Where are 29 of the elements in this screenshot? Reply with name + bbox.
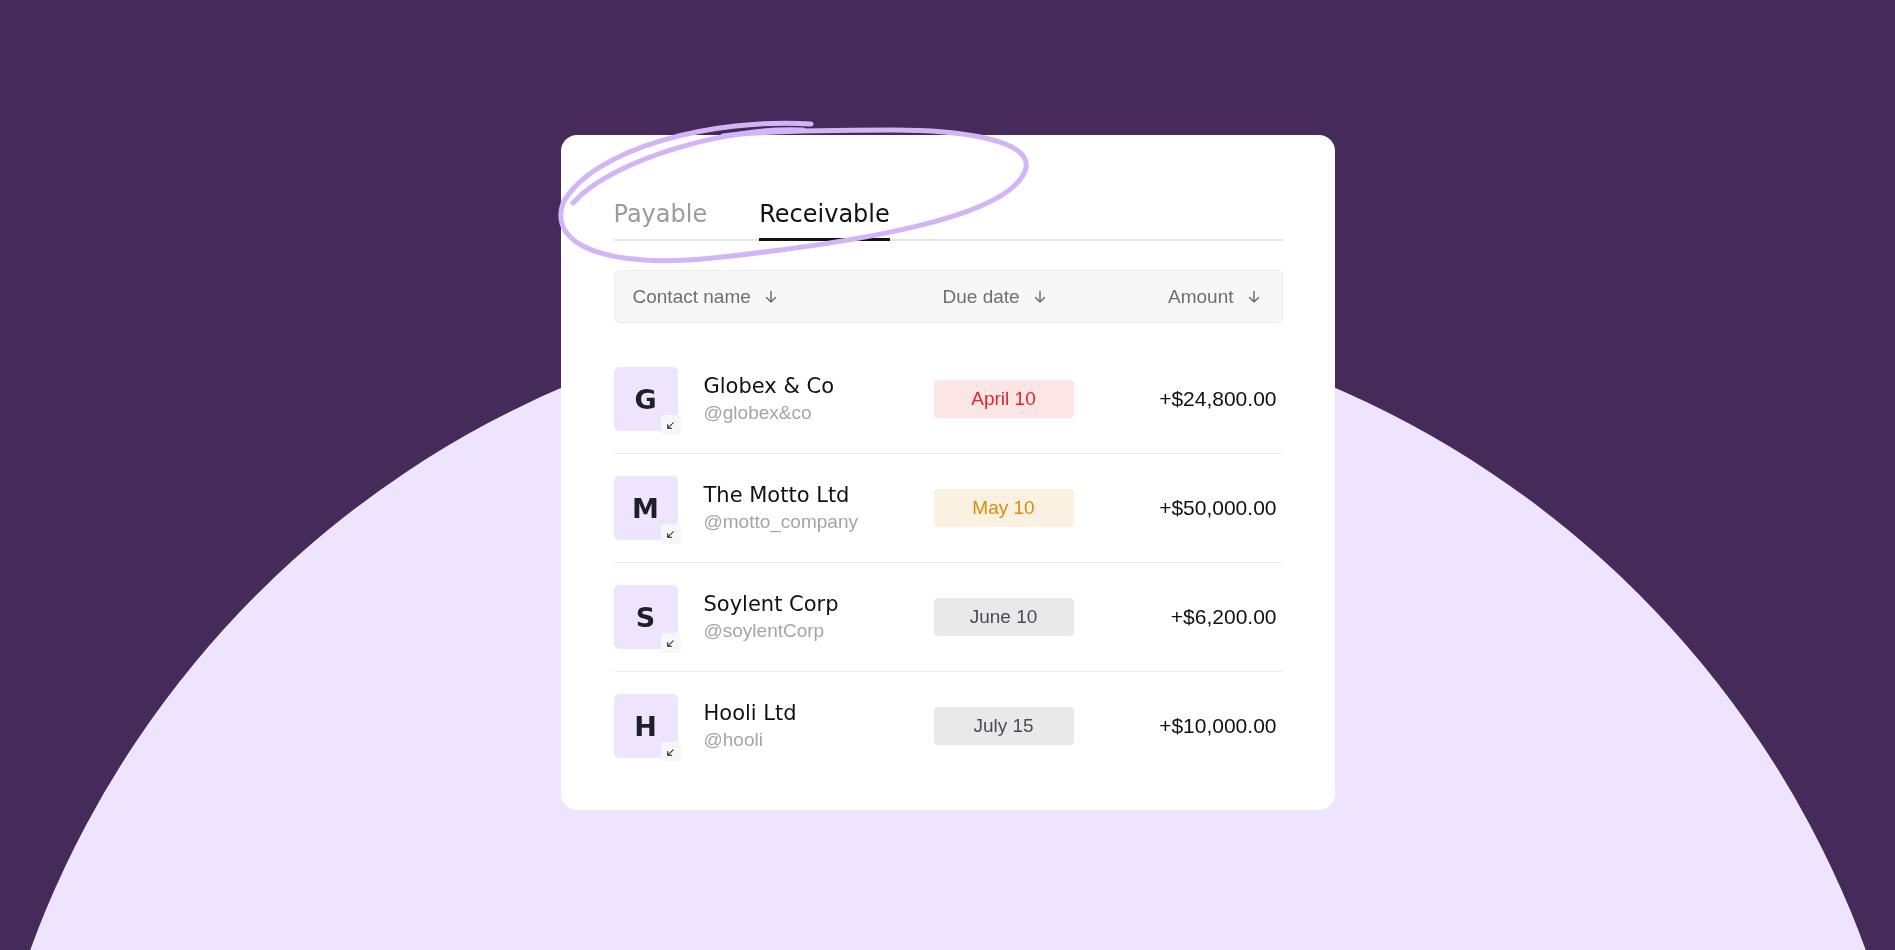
arrow-down-left-icon	[665, 746, 676, 758]
avatar-initial: M	[632, 492, 659, 524]
amount: +$24,800.00	[1159, 387, 1277, 411]
amount: +$6,200.00	[1170, 605, 1277, 629]
contact-handle: @motto_company	[703, 511, 859, 533]
due-date-badge: May 10	[933, 489, 1074, 527]
column-header[interactable]: Amount	[1168, 285, 1262, 308]
amount: +$10,000.00	[1159, 714, 1277, 738]
arrow-down-left-icon	[665, 528, 676, 540]
due-date-badge: June 10	[933, 598, 1074, 636]
tab[interactable]: Receivable	[759, 200, 890, 241]
contact-name: Soylent Corp	[703, 592, 840, 616]
tab[interactable]: Payable	[613, 200, 708, 241]
contact-handle: @globex&co	[703, 402, 813, 424]
contact-name: Globex & Co	[703, 374, 835, 398]
avatar-initial: S	[635, 601, 656, 633]
column-header[interactable]: Due date	[942, 285, 1102, 308]
amount: +$50,000.00	[1159, 496, 1277, 520]
avatar-initial: H	[634, 710, 657, 742]
avatar-initial: G	[634, 383, 657, 415]
contact-handle: @soylentCorp	[703, 620, 826, 642]
column-header[interactable]: Contact name	[632, 285, 943, 308]
arrow-down-left-icon	[665, 419, 676, 431]
due-date-badge: July 15	[933, 707, 1074, 745]
contact-handle: @hooli	[703, 729, 764, 751]
contact-name: The Motto Ltd	[703, 483, 851, 507]
due-date-badge: April 10	[933, 380, 1074, 418]
arrow-down-left-icon	[665, 637, 676, 649]
contact-name: Hooli Ltd	[703, 701, 798, 725]
